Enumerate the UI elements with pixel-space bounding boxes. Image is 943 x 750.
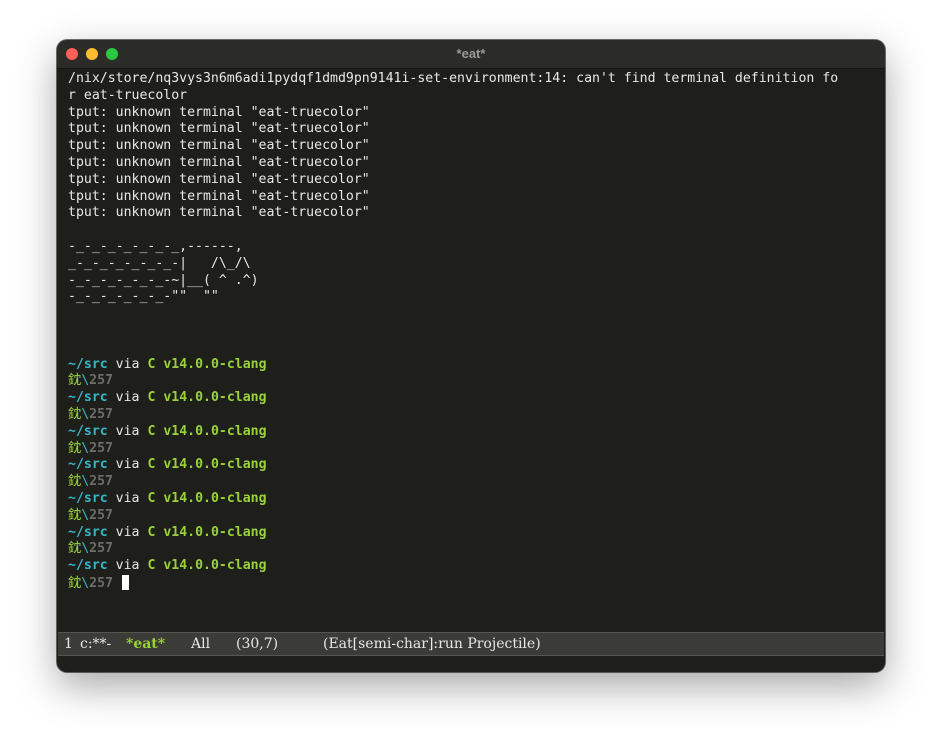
terminal-window: *eat* /nix/store/nq3vys3n6m6adi1pydqf1dm… [57, 40, 885, 672]
prompt-version: v14.0.0-clang [163, 356, 267, 372]
prompt-info-line: ~/src via C v14.0.0-clang [68, 357, 878, 374]
exit-code: 257 [89, 541, 113, 557]
terminal-output[interactable]: /nix/store/nq3vys3n6m6adi1pydqf1dmd9pn91… [68, 71, 878, 592]
prompt-info-line: ~/src via C v14.0.0-clang [68, 390, 878, 407]
mode-line: 1 c:**- *eat* All (30,7) (Eat[semi-char]… [58, 632, 884, 656]
prompt-separator: \ [81, 575, 90, 591]
prompt-via: via [115, 558, 140, 574]
error-line: r eat-truecolor [68, 87, 188, 103]
prompt-separator: \ [81, 474, 90, 490]
prompt-char: 鈂 [68, 474, 82, 490]
prompt-path: ~/src [68, 390, 108, 406]
error-line: /nix/store/nq3vys3n6m6adi1pydqf1dmd9pn91… [68, 71, 839, 86]
prompt-separator: \ [81, 373, 90, 389]
prompt-path: ~/src [68, 524, 108, 540]
c-language-icon: C [147, 423, 156, 439]
exit-code: 257 [89, 474, 113, 490]
error-line: tput: unknown terminal "eat-truecolor" [68, 138, 370, 154]
prompt-char: 鈂 [68, 406, 82, 422]
prompt-info-line: ~/src via C v14.0.0-clang [68, 491, 878, 508]
buffer-status: c:**- [80, 636, 112, 652]
prompt-separator: \ [81, 507, 90, 523]
prompt-version: v14.0.0-clang [163, 423, 267, 439]
c-language-icon: C [147, 390, 156, 406]
prompt-info-line: ~/src via C v14.0.0-clang [68, 525, 878, 542]
ascii-art-line: _-_-_-_-_-_-_-| /\_/\ [68, 255, 251, 271]
mode-line-buffer-name[interactable]: *eat* [126, 633, 165, 655]
prompt-path: ~/src [68, 457, 108, 473]
prompt-history: ~/src via C v14.0.0-clang 鈂\257 ~/src via … [68, 357, 878, 592]
prompt-input-line: 鈂\257 [68, 407, 878, 424]
exit-code: 257 [89, 440, 113, 456]
text-cursor [121, 574, 129, 590]
prompt-info-line: ~/src via C v14.0.0-clang [68, 558, 878, 575]
c-language-icon: C [147, 457, 156, 473]
c-language-icon: C [147, 356, 156, 372]
window-title: *eat* [456, 46, 486, 61]
error-line: tput: unknown terminal "eat-truecolor" [68, 171, 370, 187]
prompt-version: v14.0.0-clang [163, 490, 267, 506]
prompt-version: v14.0.0-clang [163, 558, 267, 574]
nyan-cat-ascii-art: -_-_-_-_-_-_-_,------, _-_-_-_-_-_-_-| /\… [68, 239, 878, 306]
error-line: tput: unknown terminal "eat-truecolor" [68, 121, 370, 137]
exit-code: 257 [89, 373, 113, 389]
prompt-via: via [115, 457, 140, 473]
prompt-char: 鈂 [68, 507, 82, 523]
c-language-icon: C [147, 524, 156, 540]
line-column: (30,7) [236, 636, 279, 652]
prompt-via: via [115, 524, 140, 540]
prompt-separator: \ [81, 406, 90, 422]
exit-code: 257 [89, 507, 113, 523]
prompt-path: ~/src [68, 356, 108, 372]
error-line: tput: unknown terminal "eat-truecolor" [68, 205, 370, 221]
prompt-input-line: 鈂\257 [68, 474, 878, 491]
error-line: tput: unknown terminal "eat-truecolor" [68, 188, 370, 204]
prompt-via: via [115, 423, 140, 439]
exit-code: 257 [89, 406, 113, 422]
prompt-char: 鈂 [68, 440, 82, 456]
prompt-input-line: 鈂\257 [68, 441, 878, 458]
prompt-char: 鈂 [68, 575, 82, 591]
exit-code: 257 [89, 575, 113, 591]
prompt-input-line: 鈂\257 [68, 541, 878, 558]
c-language-icon: C [147, 490, 156, 506]
scroll-position: All [191, 636, 211, 652]
prompt-version: v14.0.0-clang [163, 457, 267, 473]
error-output: /nix/store/nq3vys3n6m6adi1pydqf1dmd9pn91… [68, 71, 878, 222]
prompt-input-line: 鈂\257 [68, 373, 878, 390]
prompt-path: ~/src [68, 558, 108, 574]
window-number: 1 [64, 636, 73, 652]
prompt-input-line: 鈂\257 [68, 508, 878, 525]
ascii-art-line: -_-_-_-_-_-_-~|__( ^ .^) [68, 272, 259, 288]
prompt-info-line: ~/src via C v14.0.0-clang [68, 424, 878, 441]
prompt-path: ~/src [68, 490, 108, 506]
prompt-path: ~/src [68, 423, 108, 439]
c-language-icon: C [147, 558, 156, 574]
ascii-art-line: -_-_-_-_-_-_-_,------, [68, 238, 243, 254]
error-line: tput: unknown terminal "eat-truecolor" [68, 104, 370, 120]
prompt-info-line: ~/src via C v14.0.0-clang [68, 457, 878, 474]
prompt-separator: \ [81, 541, 90, 557]
prompt-char: 鈂 [68, 541, 82, 557]
prompt-separator: \ [81, 440, 90, 456]
prompt-via: via [115, 390, 140, 406]
prompt-version: v14.0.0-clang [163, 390, 267, 406]
prompt-via: via [115, 356, 140, 372]
error-line: tput: unknown terminal "eat-truecolor" [68, 154, 370, 170]
prompt-version: v14.0.0-clang [163, 524, 267, 540]
title-bar[interactable]: *eat* [57, 40, 885, 69]
prompt-via: via [115, 490, 140, 506]
minibuffer[interactable] [57, 656, 885, 672]
ascii-art-line: -_-_-_-_-_-_-"" "" [68, 289, 219, 305]
prompt-char: 鈂 [68, 373, 82, 389]
prompt-input-line[interactable]: 鈂\257 [68, 574, 878, 592]
major-mode[interactable]: (Eat[semi-char]:run Projectile) [323, 633, 541, 655]
